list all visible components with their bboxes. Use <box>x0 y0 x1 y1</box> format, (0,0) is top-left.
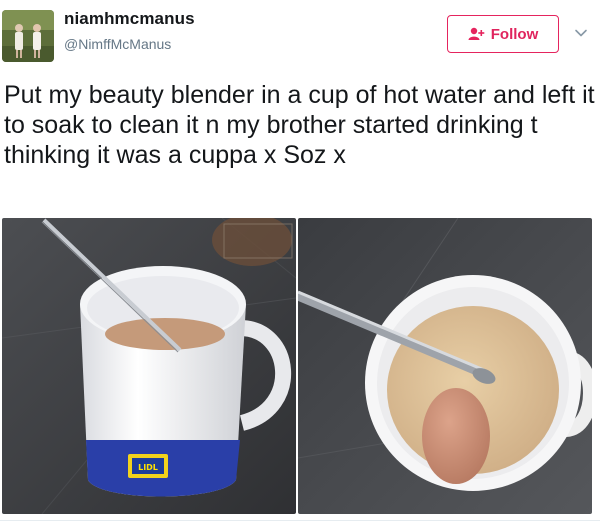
photo-mug-top[interactable] <box>298 218 592 514</box>
user-handle[interactable]: @NimffMcManus <box>64 36 171 52</box>
follow-button[interactable]: Follow <box>447 15 559 53</box>
photo-grid: LIDL <box>2 218 598 518</box>
avatar[interactable] <box>2 10 54 62</box>
tweet-card: niamhmcmanus @NimffMcManus Follow Put my… <box>0 0 600 526</box>
add-user-icon <box>468 27 486 41</box>
mug-logo-text: LIDL <box>138 463 158 472</box>
chevron-down-icon[interactable] <box>573 25 589 41</box>
tweet-text: Put my beauty blender in a cup of hot wa… <box>4 81 595 169</box>
display-name[interactable]: niamhmcmanus <box>64 9 195 29</box>
divider <box>0 520 600 521</box>
follow-label: Follow <box>490 25 539 43</box>
photo-mug-side[interactable]: LIDL <box>2 218 296 514</box>
